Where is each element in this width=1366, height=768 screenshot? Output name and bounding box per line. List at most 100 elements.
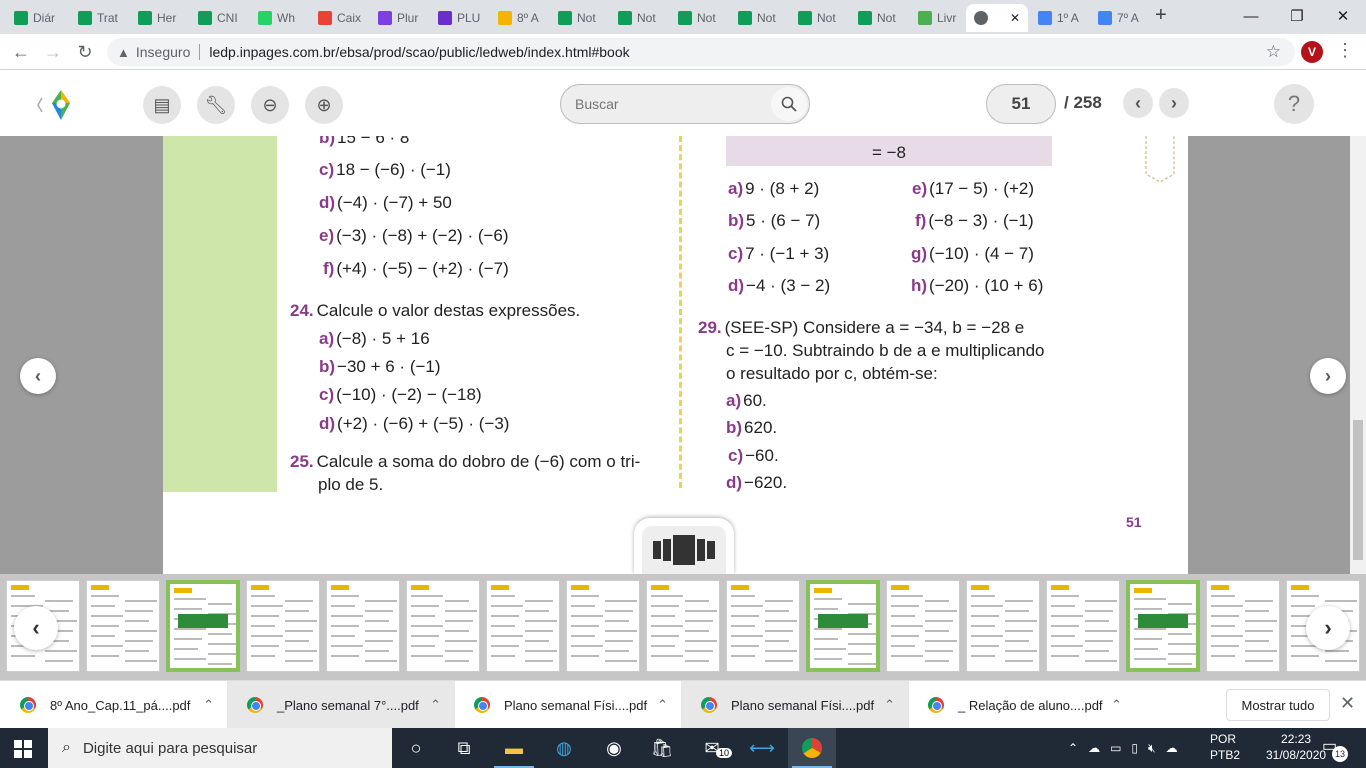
close-window-icon[interactable]: ✕ xyxy=(1320,2,1366,30)
zoom-in-icon[interactable]: ⊕ xyxy=(305,86,343,124)
zoom-out-icon[interactable]: ⊖ xyxy=(251,86,289,124)
browser-tab[interactable]: Livr xyxy=(910,4,966,32)
task-view-icon[interactable]: ⧉ xyxy=(440,728,488,768)
browser-tab[interactable]: Caix xyxy=(310,4,368,32)
page-thumbnail[interactable] xyxy=(406,580,480,672)
browser-tab[interactable]: PLU xyxy=(430,4,488,32)
page-thumbnail[interactable] xyxy=(166,580,240,672)
cortana-icon[interactable]: ○ xyxy=(392,728,440,768)
close-tab-icon[interactable]: ✕ xyxy=(1010,11,1020,25)
back-arrow-icon[interactable]: ← xyxy=(8,39,34,65)
search-icon[interactable] xyxy=(771,87,807,121)
browser-tab[interactable]: 1º A xyxy=(1030,4,1088,32)
page-thumbnail[interactable] xyxy=(566,580,640,672)
url-text[interactable]: ledp.inpages.com.br/ebsa/prod/scao/publi… xyxy=(209,44,629,60)
clock[interactable]: 22:23 31/08/2020 xyxy=(1240,731,1326,763)
help-button[interactable]: ? xyxy=(1274,84,1314,124)
browser-tab[interactable]: CNI xyxy=(190,4,248,32)
table-of-contents-icon[interactable]: ▤ xyxy=(143,86,181,124)
page-thumbnail[interactable] xyxy=(246,580,320,672)
search-input[interactable] xyxy=(575,96,765,112)
thumbnail-toggle-button[interactable] xyxy=(634,518,734,574)
page-thumbnail[interactable] xyxy=(726,580,800,672)
page-number-input[interactable]: 51 xyxy=(986,84,1056,124)
forward-arrow-icon[interactable]: → xyxy=(40,39,66,65)
edge-browser-icon[interactable]: ◍ xyxy=(540,728,588,768)
page-thumbnail[interactable] xyxy=(806,580,880,672)
network-icon[interactable]: ▭ xyxy=(1110,741,1121,755)
page-thumbnail[interactable] xyxy=(1206,580,1280,672)
mail-icon[interactable]: ✉ 10 xyxy=(688,728,736,768)
ledp-logo-icon[interactable] xyxy=(36,88,76,122)
browser-tab[interactable]: Plur xyxy=(370,4,428,32)
download-filename: _ Relação de aluno....pdf xyxy=(958,697,1103,713)
bookmark-star-icon[interactable]: ☆ xyxy=(1266,42,1281,62)
page-thumbnail[interactable] xyxy=(486,580,560,672)
close-downloads-icon[interactable]: ✕ xyxy=(1340,693,1355,714)
page-thumbnail[interactable] xyxy=(886,580,960,672)
page-thumbnail[interactable] xyxy=(1046,580,1120,672)
browser-tab[interactable]: Trat xyxy=(70,4,128,32)
language-indicator[interactable]: POR PTB2 xyxy=(1210,731,1240,763)
page-thumbnail[interactable] xyxy=(86,580,160,672)
browser-tab[interactable]: Diár xyxy=(6,4,66,32)
teamviewer-icon[interactable]: ⟷ xyxy=(738,728,786,768)
browser-tab[interactable]: Not xyxy=(610,4,668,32)
chevron-up-icon[interactable]: ⌃ xyxy=(203,697,214,713)
strip-prev-arrow-icon[interactable]: ‹ xyxy=(14,606,58,650)
url-omnibox[interactable]: ▲ Inseguro ledp.inpages.com.br/ebsa/prod… xyxy=(107,38,1295,66)
browser-tab[interactable]: Not xyxy=(730,4,788,32)
chevron-up-icon[interactable]: ⌃ xyxy=(430,697,441,713)
windows-start-icon[interactable] xyxy=(14,740,32,758)
bookmark-ribbon-icon[interactable] xyxy=(1145,136,1175,184)
page-thumbnail[interactable] xyxy=(326,580,400,672)
previous-page-arrow-icon[interactable]: ‹ xyxy=(20,358,56,394)
obs-studio-icon[interactable]: ◉ xyxy=(590,728,638,768)
chrome-taskbar-icon[interactable] xyxy=(788,728,836,768)
file-explorer-icon[interactable]: ▬ xyxy=(490,728,538,768)
battery-icon[interactable]: ▯ xyxy=(1131,741,1138,755)
download-item[interactable]: _ Relação de aluno....pdf ⌃ xyxy=(908,681,1136,729)
page-thumbnail[interactable] xyxy=(646,580,720,672)
strip-next-arrow-icon[interactable]: › xyxy=(1306,606,1350,650)
maximize-icon[interactable]: ❐ xyxy=(1274,2,1320,30)
chevron-up-icon[interactable]: ⌃ xyxy=(1111,697,1122,713)
store-icon[interactable]: 🛍︎ xyxy=(638,728,686,768)
scrollbar-thumb[interactable] xyxy=(1353,420,1363,560)
chevron-up-icon[interactable]: ⌃ xyxy=(657,697,668,713)
browser-tab[interactable]: Not xyxy=(850,4,908,32)
tray-icons[interactable]: ⌃ ☁ ▭ ▯ 🔇︎ ☁ xyxy=(1068,728,1178,768)
browser-tab[interactable]: Her xyxy=(130,4,188,32)
browser-tab[interactable]: 8º A xyxy=(490,4,548,32)
minimize-icon[interactable]: — xyxy=(1228,2,1274,30)
next-page-chevron-icon[interactable]: › xyxy=(1159,88,1189,118)
cloud-warning-icon[interactable]: ☁ xyxy=(1088,741,1100,755)
browser-tab[interactable]: Wh xyxy=(250,4,308,32)
browser-tab[interactable]: Not xyxy=(550,4,608,32)
download-item[interactable]: _Plano semanal 7°....pdf ⌃ xyxy=(227,681,455,729)
prev-page-chevron-icon[interactable]: ‹ xyxy=(1123,88,1153,118)
next-page-arrow-icon[interactable]: › xyxy=(1310,358,1346,394)
browser-tab[interactable]: Not xyxy=(790,4,848,32)
taskbar-search-box[interactable]: ⌕ Digite aqui para pesquisar xyxy=(48,728,392,768)
reload-icon[interactable]: ↻ xyxy=(72,39,98,65)
kebab-menu-icon[interactable]: ⋮ xyxy=(1336,40,1354,61)
page-thumbnail[interactable] xyxy=(1126,580,1200,672)
chevron-up-icon[interactable]: ⌃ xyxy=(1068,741,1078,755)
page-thumbnail[interactable] xyxy=(966,580,1040,672)
download-item[interactable]: 8º Ano_Cap.11_pá....pdf ⌃ xyxy=(0,681,228,729)
profile-avatar[interactable]: V xyxy=(1301,41,1323,63)
onedrive-icon[interactable]: ☁ xyxy=(1166,741,1178,755)
browser-tab[interactable]: Not xyxy=(670,4,728,32)
browser-tab[interactable]: 7º A xyxy=(1090,4,1148,32)
new-tab-icon[interactable]: + xyxy=(1155,4,1167,27)
download-item[interactable]: Plano semanal Físi....pdf ⌃ xyxy=(454,681,682,729)
notification-center-icon[interactable]: ▭ 13 xyxy=(1322,736,1348,762)
vertical-scrollbar[interactable] xyxy=(1350,136,1366,574)
volume-icon[interactable]: 🔇︎ xyxy=(1148,741,1156,756)
show-all-downloads-button[interactable]: Mostrar tudo xyxy=(1226,689,1330,721)
download-item[interactable]: Plano semanal Físi....pdf ⌃ xyxy=(681,681,909,729)
browser-tab[interactable]: ✕ xyxy=(966,4,1028,32)
wrench-tools-icon[interactable]: 🔧︎ xyxy=(197,86,235,124)
chevron-up-icon[interactable]: ⌃ xyxy=(884,697,895,713)
